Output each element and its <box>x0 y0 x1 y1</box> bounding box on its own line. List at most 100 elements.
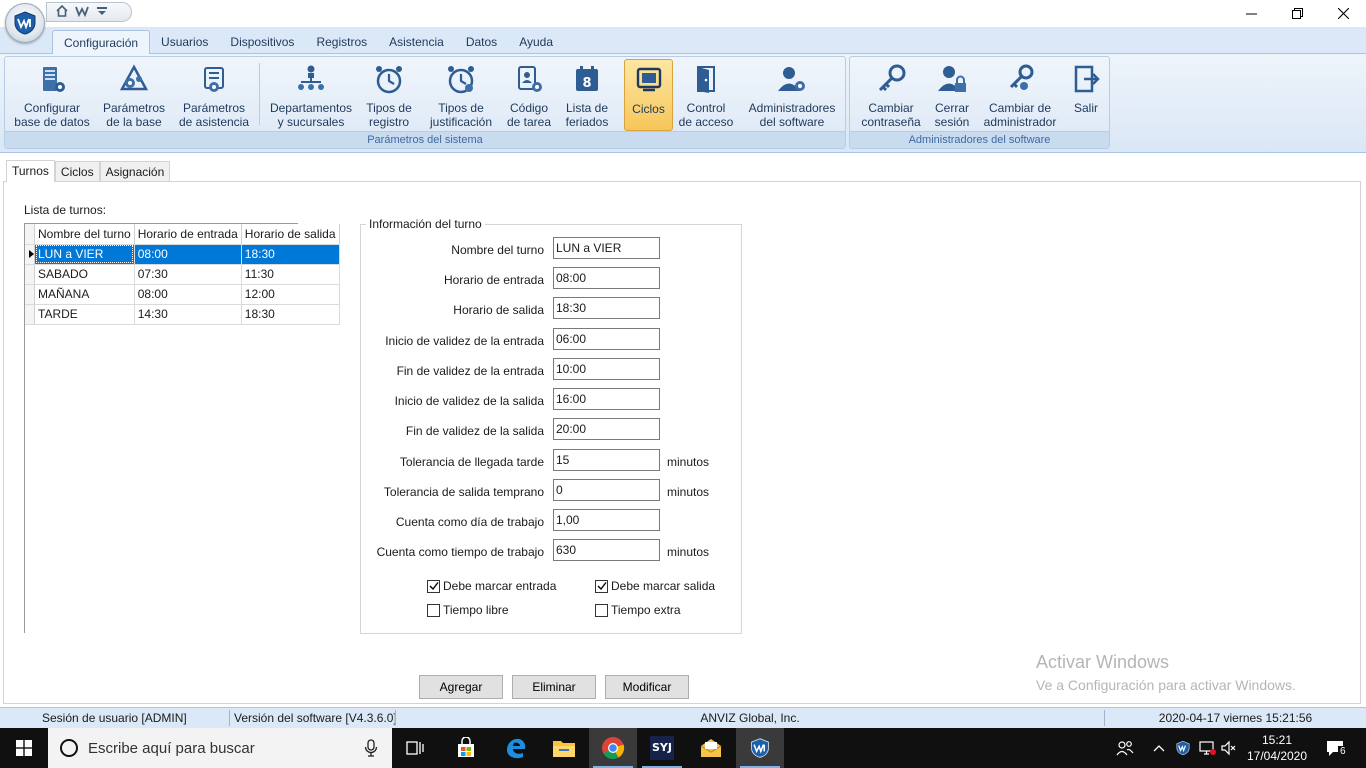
tab-ayuda[interactable]: Ayuda <box>508 30 564 54</box>
checkbox-box[interactable] <box>427 579 440 593</box>
input-worktime-count[interactable]: 630 <box>553 539 660 561</box>
input-shift-name[interactable]: LUN a VIER <box>553 237 660 259</box>
checkbox-overtime[interactable]: Tiempo extra <box>595 603 681 617</box>
checkbox-must-clock-in[interactable]: Debe marcar entrada <box>427 579 556 593</box>
exit-button[interactable]: Salir <box>1066 59 1106 131</box>
justification-types-button[interactable]: Tipos de justificación <box>423 59 499 131</box>
table-row[interactable]: MAÑANA 08:00 12:00 <box>25 284 340 305</box>
people-icon <box>1116 741 1134 756</box>
id-badge-gear-icon <box>518 66 542 92</box>
taskbar-search[interactable]: Escribe aquí para buscar <box>48 728 392 768</box>
tray-volume[interactable] <box>1218 728 1240 768</box>
cell-shift-name[interactable]: TARDE <box>34 304 135 325</box>
tab-datos[interactable]: Datos <box>455 30 508 54</box>
checkbox-must-clock-out[interactable]: Debe marcar salida <box>595 579 715 593</box>
input-entry-time[interactable]: 08:00 <box>553 267 660 289</box>
cell-exit-time[interactable]: 11:30 <box>241 264 340 285</box>
tray-network[interactable] <box>1196 728 1218 768</box>
record-types-button[interactable]: Tipos de registro <box>361 59 417 131</box>
input-exit-valid-end[interactable]: 20:00 <box>553 418 660 440</box>
checkbox-free-time[interactable]: Tiempo libre <box>427 603 509 617</box>
cell-exit-time[interactable]: 18:30 <box>241 244 340 265</box>
logout-button[interactable]: Cerrar sesión <box>930 59 974 131</box>
tab-registros[interactable]: Registros <box>305 30 378 54</box>
taskbar-store[interactable] <box>442 728 490 768</box>
change-admin-button[interactable]: Cambiar de administrador <box>980 59 1060 131</box>
attendance-parameters-button[interactable]: Parámetros de asistencia <box>175 59 253 131</box>
taskbar-anviz-app[interactable] <box>736 728 784 768</box>
cell-shift-name[interactable]: LUN a VIER <box>34 244 135 265</box>
tab-asistencia[interactable]: Asistencia <box>378 30 455 54</box>
input-entry-valid-end[interactable]: 10:00 <box>553 358 660 380</box>
app-menu-button[interactable] <box>5 3 45 43</box>
minimize-button[interactable] <box>1228 0 1274 27</box>
start-button[interactable] <box>0 728 48 768</box>
checkbox-box[interactable] <box>595 579 608 593</box>
windows-logo-icon <box>16 740 32 756</box>
tray-show-hidden[interactable] <box>1150 728 1168 768</box>
checkbox-box[interactable] <box>427 603 440 617</box>
configure-database-button[interactable]: Configurar base de datos <box>11 59 93 131</box>
tab-dispositivos[interactable]: Dispositivos <box>219 30 305 54</box>
taskbar-chrome[interactable] <box>589 728 637 768</box>
input-entry-valid-start[interactable]: 06:00 <box>553 328 660 350</box>
cell-entry-time[interactable]: 07:30 <box>134 264 242 285</box>
modify-button[interactable]: Modificar <box>605 675 689 699</box>
table-row[interactable]: LUN a VIER 08:00 18:30 <box>25 244 340 265</box>
cell-entry-time[interactable]: 14:30 <box>134 304 242 325</box>
input-exit-time[interactable]: 18:30 <box>553 297 660 319</box>
title-bar <box>0 0 1366 27</box>
microphone-icon[interactable] <box>364 739 378 757</box>
task-view-button[interactable] <box>392 728 440 768</box>
dropdown-icon[interactable] <box>95 4 109 21</box>
tray-anviz[interactable] <box>1172 728 1194 768</box>
subtabs: Turnos Ciclos Asignación <box>6 160 171 182</box>
restore-button[interactable] <box>1274 0 1320 27</box>
table-row[interactable]: SABADO 07:30 11:30 <box>25 264 340 285</box>
action-center-button[interactable]: 6 <box>1318 728 1352 768</box>
cell-shift-name[interactable]: MAÑANA <box>34 284 135 305</box>
taskbar-mail[interactable] <box>687 728 735 768</box>
input-workday-count[interactable]: 1,00 <box>553 509 660 531</box>
taskbar-syj-app[interactable]: SYJ <box>638 728 686 768</box>
cell-entry-time[interactable]: 08:00 <box>134 244 242 265</box>
column-header-entry[interactable]: Horario de entrada <box>134 224 242 245</box>
change-password-button[interactable]: Cambiar contraseña <box>856 59 926 131</box>
holiday-list-button[interactable]: 8 Lista de feriados <box>561 59 613 131</box>
cell-exit-time[interactable]: 18:30 <box>241 304 340 325</box>
cell-exit-time[interactable]: 12:00 <box>241 284 340 305</box>
add-button[interactable]: Agregar <box>419 675 503 699</box>
tab-turnos[interactable]: Turnos <box>6 160 55 182</box>
cycles-button[interactable]: Ciclos <box>624 59 673 131</box>
taskbar-file-explorer[interactable] <box>540 728 588 768</box>
cell-entry-time[interactable]: 08:00 <box>134 284 242 305</box>
main-content: Turnos Ciclos Asignación Lista de turnos… <box>0 154 1366 707</box>
clock-time: 15:21 <box>1261 733 1293 747</box>
departments-button[interactable]: Departamentos y sucursales <box>265 59 357 131</box>
unit-late-tolerance: minutos <box>667 455 710 469</box>
database-parameters-button[interactable]: Parámetros de la base <box>97 59 171 131</box>
logo-icon[interactable] <box>75 4 89 21</box>
cell-shift-name[interactable]: SABADO <box>34 264 135 285</box>
table-row[interactable]: TARDE 14:30 18:30 <box>25 304 340 325</box>
tab-ciclos[interactable]: Ciclos <box>54 161 100 182</box>
access-control-button[interactable]: Control de acceso <box>677 59 735 131</box>
tray-people[interactable] <box>1112 728 1138 768</box>
home-icon[interactable] <box>55 4 69 21</box>
delete-button[interactable]: Eliminar <box>512 675 596 699</box>
tab-configuracion[interactable]: Configuración <box>52 30 151 55</box>
taskbar-edge[interactable] <box>492 728 540 768</box>
shift-list-grid[interactable]: Nombre del turno Horario de entrada Hora… <box>24 223 340 633</box>
input-exit-valid-start[interactable]: 16:00 <box>553 388 660 410</box>
checkbox-box[interactable] <box>595 603 608 617</box>
input-late-tolerance[interactable]: 15 <box>553 449 660 471</box>
software-admins-button[interactable]: Administradores del software <box>745 59 839 131</box>
taskbar-clock[interactable]: 15:21 17/04/2020 <box>1240 732 1314 764</box>
tab-usuarios[interactable]: Usuarios <box>150 30 219 54</box>
column-header-exit[interactable]: Horario de salida <box>241 224 340 245</box>
column-header-name[interactable]: Nombre del turno <box>34 224 135 245</box>
input-early-tolerance[interactable]: 0 <box>553 479 660 501</box>
task-code-button[interactable]: Código de tarea <box>503 59 555 131</box>
close-button[interactable] <box>1320 0 1366 27</box>
tab-asignacion[interactable]: Asignación <box>99 161 171 182</box>
